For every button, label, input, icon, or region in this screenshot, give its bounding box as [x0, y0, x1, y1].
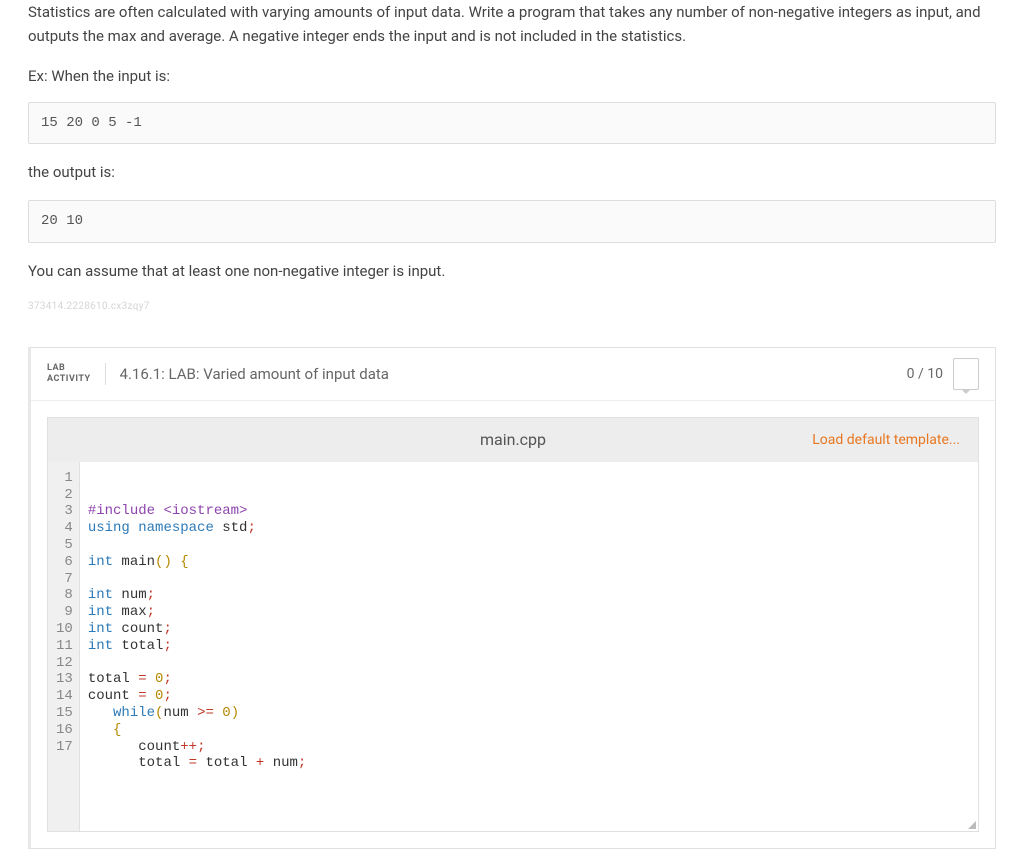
line-number: 12 — [56, 655, 73, 672]
code-line[interactable]: count++; — [88, 739, 970, 756]
code-line[interactable]: #include <iostream> — [88, 503, 970, 520]
line-number: 7 — [56, 571, 73, 588]
line-number: 15 — [56, 705, 73, 722]
code-line[interactable]: while(num >= 0) — [88, 705, 970, 722]
watermark: 373414.2228610.cx3zqy7 — [28, 299, 996, 315]
code-line[interactable]: int count; — [88, 621, 970, 638]
line-number: 14 — [56, 688, 73, 705]
line-number: 13 — [56, 671, 73, 688]
editor-header: main.cpp Load default template... — [48, 418, 978, 462]
line-number: 11 — [56, 638, 73, 655]
line-number: 9 — [56, 604, 73, 621]
line-number-gutter: 1234567891011121314151617 — [48, 462, 80, 831]
line-number: 3 — [56, 503, 73, 520]
code-line[interactable]: total = total + num; — [88, 755, 970, 772]
line-number: 4 — [56, 520, 73, 537]
lab-badge-line1: LAB — [47, 363, 91, 374]
code-line[interactable]: int total; — [88, 638, 970, 655]
code-line[interactable] — [88, 655, 970, 672]
resize-handle-icon[interactable] — [968, 821, 976, 829]
code-line[interactable]: int main() { — [88, 554, 970, 571]
line-number: 2 — [56, 487, 73, 504]
code-line[interactable]: int num; — [88, 587, 970, 604]
assumption-text: You can assume that at least one non-neg… — [28, 259, 996, 283]
problem-description: Statistics are often calculated with var… — [28, 0, 996, 48]
score-text: 0 / 10 — [907, 363, 943, 385]
line-number: 1 — [56, 470, 73, 487]
lab-badge-line2: ACTIVITY — [47, 374, 91, 385]
line-number: 8 — [56, 587, 73, 604]
lab-header: LAB ACTIVITY 4.16.1: LAB: Varied amount … — [31, 348, 995, 401]
line-number: 10 — [56, 621, 73, 638]
code-text-area[interactable]: #include <iostream>using namespace std; i… — [80, 462, 978, 831]
line-number: 17 — [56, 739, 73, 756]
code-line[interactable]: using namespace std; — [88, 520, 970, 537]
code-line[interactable] — [88, 571, 970, 588]
line-number: 6 — [56, 554, 73, 571]
code-line[interactable]: { — [88, 722, 970, 739]
code-editor: main.cpp Load default template... 123456… — [47, 417, 979, 832]
code-line[interactable]: total = 0; — [88, 671, 970, 688]
score-shield-icon — [953, 358, 979, 390]
line-number: 16 — [56, 722, 73, 739]
line-number: 5 — [56, 537, 73, 554]
lab-panel: LAB ACTIVITY 4.16.1: LAB: Varied amount … — [28, 347, 996, 849]
load-template-link[interactable]: Load default template... — [812, 429, 960, 451]
code-line[interactable]: count = 0; — [88, 688, 970, 705]
example-input-block: 15 20 0 5 -1 — [28, 102, 996, 144]
lab-title: 4.16.1: LAB: Varied amount of input data — [120, 362, 907, 386]
filename-label: main.cpp — [480, 427, 546, 453]
code-line[interactable] — [88, 772, 970, 789]
code-line[interactable] — [88, 537, 970, 554]
example-output-block: 20 10 — [28, 200, 996, 242]
editor-body[interactable]: 1234567891011121314151617 #include <iost… — [48, 462, 978, 831]
output-label: the output is: — [28, 160, 996, 184]
code-line[interactable]: int max; — [88, 604, 970, 621]
lab-badge: LAB ACTIVITY — [47, 363, 106, 385]
example-label: Ex: When the input is: — [28, 64, 996, 88]
